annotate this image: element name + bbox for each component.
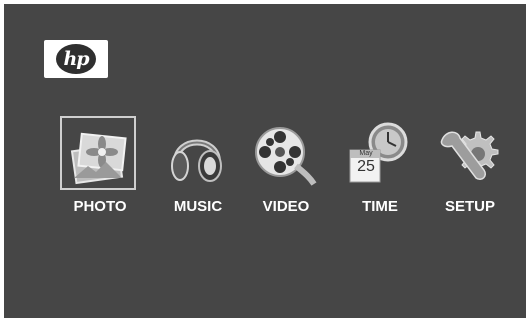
menu-item-label: TIME [362, 198, 398, 215]
icon-frame [158, 116, 234, 190]
menu-item-video[interactable]: VIDEO [246, 116, 330, 230]
menu-item-time[interactable]: May 25 TIME [340, 116, 424, 230]
icon-frame [430, 116, 506, 190]
selection-highlight [60, 116, 136, 190]
main-menu: PHOTO MUSIC VIDEO May 25 TIME SETUP [4, 4, 526, 318]
menu-item-label: VIDEO [262, 198, 310, 215]
menu-screen: hp PHOTO MUSIC VIDEO May 25 TIME SETUP [4, 4, 526, 318]
film-reel-icon [255, 127, 317, 186]
icon-frame: May 25 [340, 116, 416, 190]
calendar-day: 25 [357, 158, 375, 175]
photo-icon [70, 132, 127, 185]
menu-item-label: SETUP [444, 198, 495, 215]
headphones-icon [171, 139, 222, 182]
menu-item-photo[interactable]: PHOTO [60, 116, 144, 230]
calendar-month: May [359, 150, 373, 157]
wrench-gear-icon [440, 131, 499, 181]
menu-item-label: PHOTO [73, 198, 127, 215]
menu-item-music[interactable]: MUSIC [158, 116, 242, 230]
menu-item-setup[interactable]: SETUP [430, 116, 514, 230]
menu-item-label: MUSIC [173, 198, 223, 215]
icon-frame [246, 116, 322, 190]
